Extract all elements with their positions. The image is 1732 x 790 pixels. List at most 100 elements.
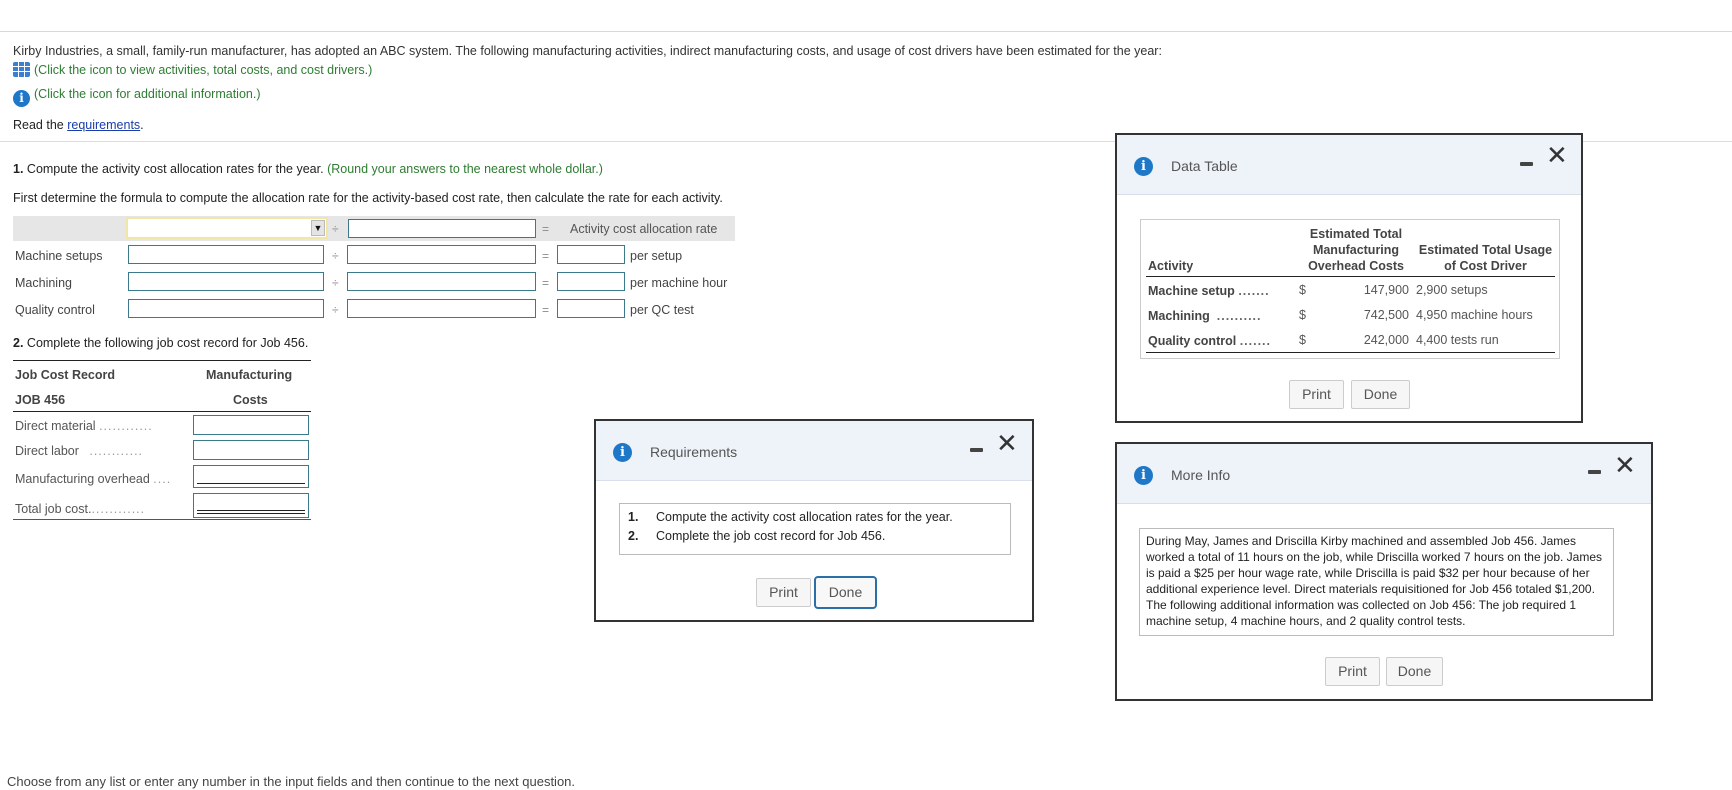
- data-table-dialog: i Data Table ✕ Activity Estimated Total …: [1115, 133, 1583, 423]
- col-costs-line1: Estimated Total: [1309, 227, 1403, 241]
- dropdown-arrow-icon[interactable]: ▼: [311, 220, 325, 236]
- label-text: Direct labor: [15, 444, 79, 458]
- costs-header: Costs: [233, 393, 268, 407]
- quality-control-rate-input[interactable]: [557, 299, 625, 318]
- part1-title: Compute the activity cost allocation rat…: [23, 162, 324, 176]
- print-button[interactable]: Print: [1289, 380, 1344, 409]
- item-number: 2.: [628, 529, 639, 543]
- total-job-cost-input[interactable]: [193, 493, 309, 518]
- more-info-link[interactable]: i (Click the icon for additional informat…: [13, 87, 261, 107]
- unit-per-machine-hour: per machine hour: [630, 276, 728, 290]
- direct-labor-input[interactable]: [193, 440, 309, 460]
- requirements-list: 1. Compute the activity cost allocation r…: [619, 503, 1011, 555]
- job-cost-record-header: Job Cost Record: [15, 368, 116, 382]
- print-button[interactable]: Print: [1325, 657, 1380, 686]
- data-table-link[interactable]: (Click the icon to view activities, tota…: [13, 62, 372, 77]
- table-grid-icon[interactable]: [13, 62, 30, 77]
- cost-machining: 742,500: [1363, 308, 1409, 322]
- info-icon: i: [613, 443, 632, 462]
- intro-text: Kirby Industries, a small, family-run ma…: [13, 44, 1162, 58]
- more-info-dialog: i More Info ✕ During May, James and Dris…: [1115, 442, 1653, 701]
- label-text: Direct material: [15, 419, 96, 433]
- label-text: Total job cost.: [15, 502, 92, 516]
- unit-per-setup: per setup: [630, 249, 683, 263]
- activity-name: Quality control: [1148, 334, 1237, 348]
- usage-machine-setup: 2,900 setups: [1416, 283, 1488, 297]
- activity-quality-control: Quality control .......: [1148, 334, 1271, 348]
- footer-instruction: Choose from any list or enter any number…: [7, 774, 576, 789]
- info-icon[interactable]: i: [13, 90, 30, 107]
- leader-dots: .......: [1238, 284, 1270, 298]
- activity-machine-setup: Machine setup .......: [1148, 284, 1270, 298]
- single-underline: [197, 483, 305, 484]
- job-number-header: JOB 456: [15, 393, 66, 407]
- formula-denominator-input[interactable]: [348, 219, 536, 238]
- close-icon[interactable]: ✕: [1614, 453, 1636, 479]
- equals-symbol: =: [542, 303, 550, 317]
- print-button[interactable]: Print: [756, 578, 811, 607]
- data-table-link-text[interactable]: (Click the icon to view activities, tota…: [34, 63, 372, 77]
- cost-quality-control: 242,000: [1363, 333, 1409, 347]
- read-suffix: .: [140, 118, 144, 132]
- part2-title: Complete the following job cost record f…: [23, 336, 309, 350]
- direct-labor-label: Direct labor ............: [15, 444, 143, 458]
- manufacturing-overhead-input[interactable]: [193, 465, 309, 488]
- result-header: Activity cost allocation rate: [570, 222, 718, 236]
- minimize-icon[interactable]: [970, 448, 983, 452]
- leader-dots: ............: [89, 444, 144, 458]
- part1-number: 1.: [13, 162, 24, 176]
- done-button[interactable]: Done: [814, 576, 877, 609]
- label-text: Manufacturing overhead: [15, 472, 150, 486]
- machining-rate-input[interactable]: [557, 272, 625, 291]
- dialog-title: Data Table: [1171, 158, 1238, 174]
- direct-material-input[interactable]: [193, 415, 309, 435]
- row-label-machine-setups: Machine setups: [15, 249, 103, 263]
- formula-numerator-select[interactable]: ▼: [126, 217, 328, 239]
- quality-control-numerator-input[interactable]: [128, 299, 324, 318]
- info-icon: i: [1134, 157, 1153, 176]
- done-button[interactable]: Done: [1351, 380, 1410, 409]
- machine-setups-rate-input[interactable]: [557, 245, 625, 264]
- double-underline-bottom: [197, 513, 305, 514]
- machining-denominator-input[interactable]: [347, 272, 536, 291]
- unit-per-qc-test: per QC test: [630, 303, 694, 317]
- read-prefix: Read the: [13, 118, 68, 132]
- minimize-icon[interactable]: [1520, 162, 1533, 166]
- close-icon[interactable]: ✕: [1546, 143, 1568, 169]
- row-label-quality-control: Quality control: [15, 303, 95, 317]
- dialog-title: More Info: [1171, 467, 1231, 483]
- col-usage-line1: Estimated Total Usage: [1418, 243, 1553, 257]
- header-rule: [1146, 276, 1555, 277]
- machine-setups-numerator-input[interactable]: [128, 245, 324, 264]
- machining-numerator-input[interactable]: [128, 272, 324, 291]
- done-button[interactable]: Done: [1386, 657, 1443, 686]
- read-requirements: Read the requirements.: [13, 118, 144, 132]
- leader-dots: ............: [99, 419, 153, 433]
- dialog-header: i More Info ✕: [1117, 444, 1651, 504]
- quality-control-denominator-input[interactable]: [347, 299, 536, 318]
- equals-symbol: =: [542, 249, 550, 263]
- job-cost-bottom-rule: [13, 519, 311, 520]
- part1-hint: (Round your answers to the nearest whole…: [327, 162, 603, 176]
- manufacturing-overhead-label: Manufacturing overhead ....: [15, 472, 171, 486]
- requirements-link[interactable]: requirements: [67, 118, 140, 132]
- divide-symbol: ÷: [332, 276, 339, 290]
- item-number: 1.: [628, 510, 639, 524]
- leader-dots: ....: [153, 472, 172, 486]
- job-cost-top-rule: [13, 360, 311, 361]
- part2-heading: 2. Complete the following job cost recor…: [13, 336, 308, 350]
- activity-name: Machine setup: [1148, 284, 1235, 298]
- minimize-icon[interactable]: [1588, 470, 1601, 474]
- row-label-machining: Machining: [15, 276, 72, 290]
- col-usage-line2: of Cost Driver: [1444, 259, 1527, 273]
- part2-number: 2.: [13, 336, 24, 350]
- total-job-cost-label: Total job cost.............: [15, 502, 145, 516]
- close-icon[interactable]: ✕: [996, 431, 1018, 457]
- equals-symbol: =: [542, 222, 550, 236]
- machine-setups-denominator-input[interactable]: [347, 245, 536, 264]
- more-info-link-text[interactable]: (Click the icon for additional informati…: [34, 87, 261, 101]
- leader-dots: ............: [91, 502, 146, 516]
- job-cost-header-rule: [13, 411, 311, 412]
- equals-symbol: =: [542, 276, 550, 290]
- requirements-dialog: i Requirements ✕ 1. Compute the activity …: [594, 419, 1034, 622]
